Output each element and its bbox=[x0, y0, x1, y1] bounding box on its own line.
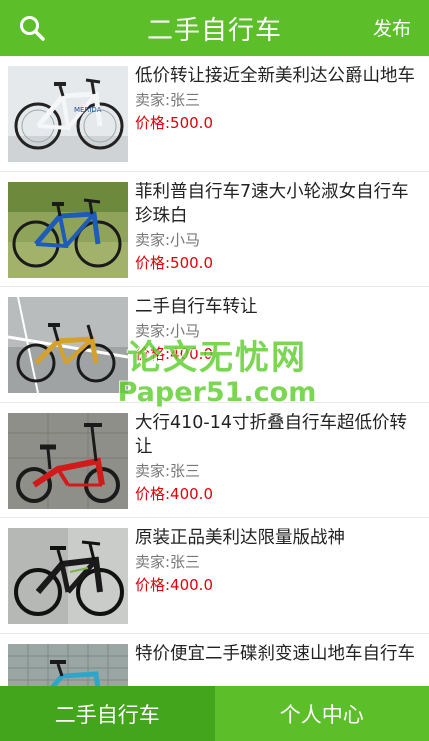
listing-thumbnail bbox=[8, 528, 128, 624]
publish-button[interactable]: 发布 bbox=[373, 14, 411, 41]
list-item[interactable]: MERIDA 低价转让接近全新美利达公爵山地车 卖家:张三 价格:500.0 bbox=[0, 56, 429, 172]
list-item[interactable]: 大行410-14寸折叠自行车超低价转让 卖家:张三 价格:400.0 bbox=[0, 403, 429, 518]
listing-seller: 卖家:小马 bbox=[135, 230, 201, 249]
tab-personal-center[interactable]: 个人中心 bbox=[214, 686, 429, 741]
app-root: 二手自行车 发布 MERIDA 低价转让接近全新美利达公爵山地车 卖家:张三 价… bbox=[0, 0, 429, 741]
listing-seller: 卖家:张三 bbox=[135, 91, 201, 109]
list-item[interactable]: 原装正品美利达限量版战神 卖家:张三 价格:400.0 bbox=[0, 518, 429, 634]
list-item[interactable]: 菲利普自行车7速大小轮淑女自行车珍珠白 卖家:小马 价格:500.0 bbox=[0, 172, 429, 287]
listing-title: 低价转让接近全新美利达公爵山地车 bbox=[135, 66, 415, 86]
listing-title: 原装正品美利达限量版战神 bbox=[135, 528, 345, 548]
listing-list[interactable]: MERIDA 低价转让接近全新美利达公爵山地车 卖家:张三 价格:500.0 菲… bbox=[0, 56, 429, 686]
svg-text:MERIDA: MERIDA bbox=[74, 106, 102, 114]
listing-thumbnail bbox=[8, 297, 128, 393]
listing-title: 大行410-14寸折叠自行车超低价转让 bbox=[135, 412, 407, 457]
bottom-tab-bar: 二手自行车 个人中心 bbox=[0, 686, 429, 741]
listing-title: 二手自行车转让 bbox=[135, 297, 258, 317]
list-item[interactable]: 特价便宜二手碟刹变速山地车自行车 bbox=[0, 634, 429, 686]
listing-price: 价格:400.0 bbox=[135, 345, 213, 363]
listing-title: 菲利普自行车7速大小轮淑女自行车珍珠白 bbox=[135, 181, 409, 226]
list-item[interactable]: 二手自行车转让 卖家:小马 价格:400.0 bbox=[0, 287, 429, 403]
listing-price: 价格:500.0 bbox=[135, 253, 213, 272]
listing-price: 价格:400.0 bbox=[135, 484, 213, 503]
listing-price: 价格:400.0 bbox=[135, 576, 213, 594]
listing-seller: 卖家:张三 bbox=[135, 553, 201, 571]
search-button[interactable] bbox=[16, 12, 48, 44]
listing-thumbnail bbox=[8, 181, 128, 278]
listing-thumbnail: MERIDA bbox=[8, 66, 128, 162]
listing-thumbnail bbox=[8, 412, 128, 509]
listing-seller: 卖家:小马 bbox=[135, 322, 201, 340]
top-bar: 二手自行车 发布 bbox=[0, 0, 429, 56]
search-icon bbox=[20, 16, 45, 41]
tab-used-bikes[interactable]: 二手自行车 bbox=[0, 686, 215, 741]
page-title: 二手自行车 bbox=[146, 15, 282, 46]
listing-seller: 卖家:张三 bbox=[135, 461, 201, 480]
listing-thumbnail bbox=[8, 643, 128, 686]
listing-title: 特价便宜二手碟刹变速山地车自行车 bbox=[135, 643, 415, 664]
listing-price: 价格:500.0 bbox=[135, 114, 213, 132]
